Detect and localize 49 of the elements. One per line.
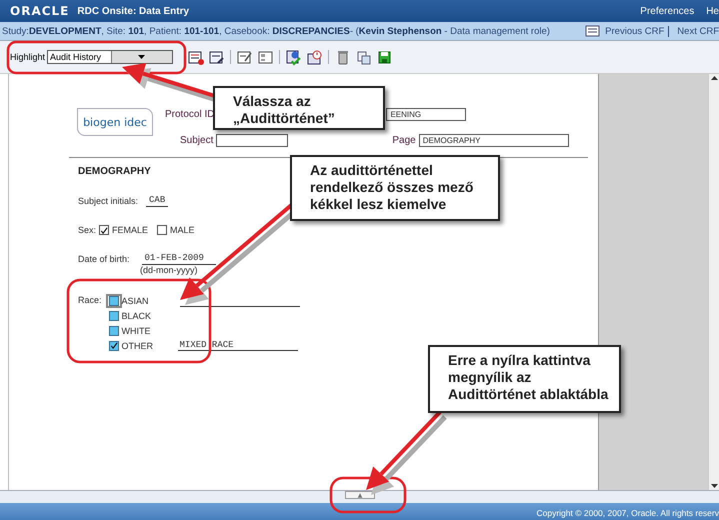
document-icon[interactable] <box>208 48 226 66</box>
option-label: FEMALE <box>112 225 148 235</box>
callout-box: Az audittörténettel rendelkező összes mező kékkel lesz kiemelve <box>290 155 500 221</box>
checked-checkbox[interactable] <box>108 340 119 350</box>
option-label: OTHER <box>122 340 154 350</box>
date-format-hint: (dd-mon-yyyy) <box>140 265 199 275</box>
field-label: Sex: <box>78 225 96 235</box>
form-icon[interactable] <box>257 48 274 66</box>
copy-icon[interactable] <box>355 48 372 66</box>
protocol-field: EENING <box>386 108 466 121</box>
field-label: Page <box>392 135 416 146</box>
crf-link[interactable]: Next CRF <box>677 26 719 36</box>
checkbox[interactable] <box>157 225 168 235</box>
specify-value: MIXED RACE <box>178 340 298 351</box>
clock-icon[interactable] <box>306 48 324 66</box>
checkbox[interactable] <box>108 326 119 336</box>
save-icon[interactable] <box>376 48 394 66</box>
header-link[interactable]: Preferences <box>640 6 694 16</box>
app-title: RDC Onsite: Data Entry <box>77 6 190 16</box>
section-title: DEMOGRAPHY <box>78 166 151 177</box>
birth-date-value: 01-FEB-2009 <box>142 253 216 265</box>
oracle-logo: ORACLE <box>10 4 70 18</box>
sponsor-logo: biogen idec <box>77 108 153 136</box>
callout-box: Válassza az „Audittörténet” <box>213 86 385 130</box>
crf-icon[interactable] <box>585 25 602 37</box>
context-info: Study:DEVELOPMENT, Site: 101, Patient: 101-101, Casebook: DISCREPANCIES- (Kevin Stephenson - Data management role) <box>2 26 550 36</box>
checked-checkbox[interactable] <box>99 225 110 235</box>
field-label: Race: <box>78 295 102 307</box>
option-label: BLACK <box>122 310 152 320</box>
option-label: WHITE <box>122 326 152 336</box>
note-icon[interactable] <box>236 48 254 66</box>
option-label: MALE <box>170 225 195 235</box>
initials-value: CAB <box>146 195 168 207</box>
check-icon[interactable] <box>285 48 302 66</box>
crf-link[interactable]: Previous CRF <box>605 26 670 36</box>
field-label: Subject <box>180 135 214 146</box>
scrollbar[interactable] <box>708 74 719 490</box>
checkbox[interactable] <box>108 310 119 320</box>
field-label: Subject initials: <box>78 196 138 206</box>
checkbox[interactable] <box>108 296 119 306</box>
callout-box: Erre a nyílra kattintva megnyílik az Audittörténet ablaktábla <box>428 345 621 413</box>
page-field: DEMOGRAPHY <box>418 134 569 147</box>
header-link[interactable]: He <box>706 6 719 16</box>
caret-icon <box>138 55 146 59</box>
copyright-bar: Copyright © 2000, 2007, Oracle. All rights reserv <box>0 503 719 520</box>
highlight-dropdown[interactable]: Audit History <box>47 50 174 64</box>
list-icon[interactable] <box>187 48 204 66</box>
highlight-label: Highlight <box>10 52 46 62</box>
field-label: Date of birth: <box>78 254 130 264</box>
